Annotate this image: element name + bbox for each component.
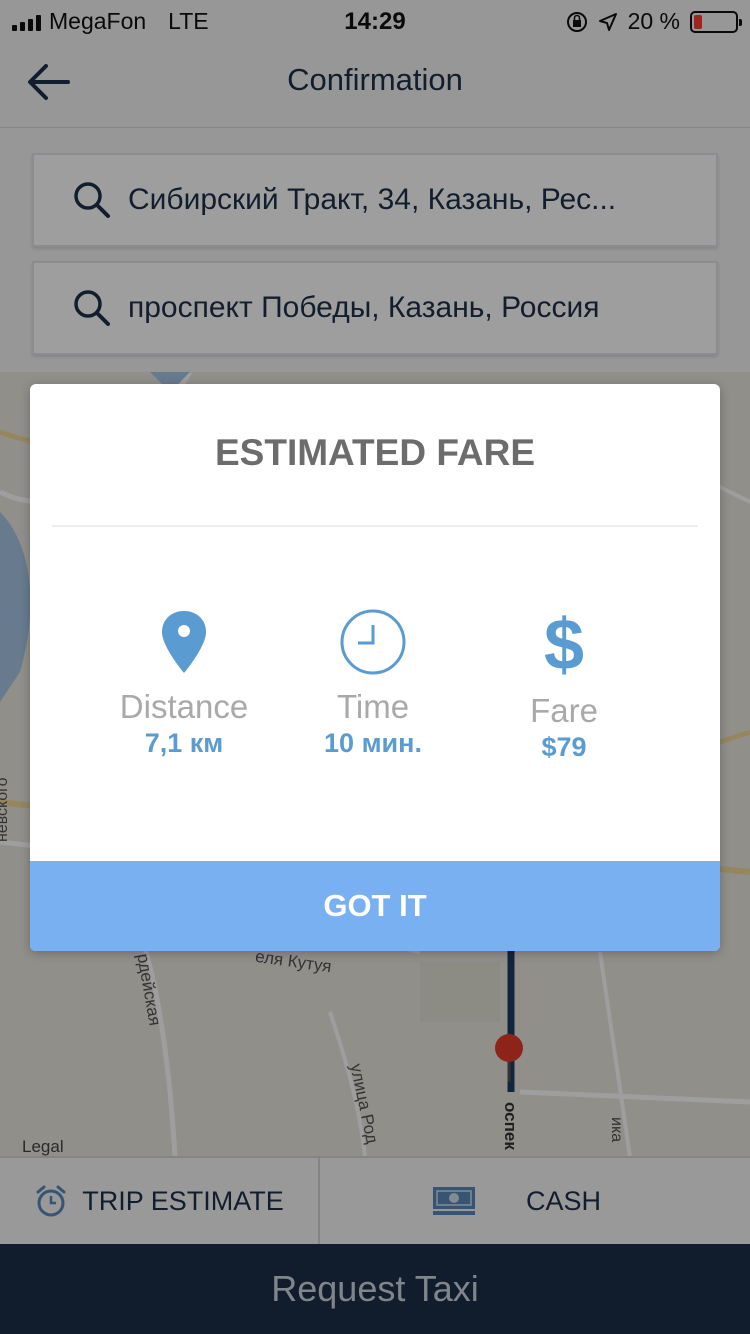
estimated-fare-dialog: ESTIMATED FARE Distance 7,1 км Time 10 м… <box>30 384 720 951</box>
fare-value: $79 <box>541 732 587 762</box>
dialog-divider <box>52 525 698 527</box>
location-pin-icon <box>162 611 206 673</box>
svg-text:$: $ <box>544 607 584 681</box>
time-value: 10 мин. <box>324 728 422 758</box>
distance-stat: Distance 7,1 км <box>74 602 294 759</box>
fare-label: Fare <box>530 692 598 729</box>
fare-stat: $ Fare $79 <box>454 602 674 763</box>
time-stat: Time 10 мин. <box>263 602 483 759</box>
dollar-icon: $ <box>544 607 584 681</box>
dialog-title: ESTIMATED FARE <box>215 432 535 473</box>
distance-value: 7,1 км <box>144 728 224 758</box>
got-it-button[interactable]: GOT IT <box>30 861 720 951</box>
clock-icon <box>340 609 406 675</box>
distance-label: Distance <box>119 688 249 725</box>
time-label: Time <box>336 688 410 725</box>
